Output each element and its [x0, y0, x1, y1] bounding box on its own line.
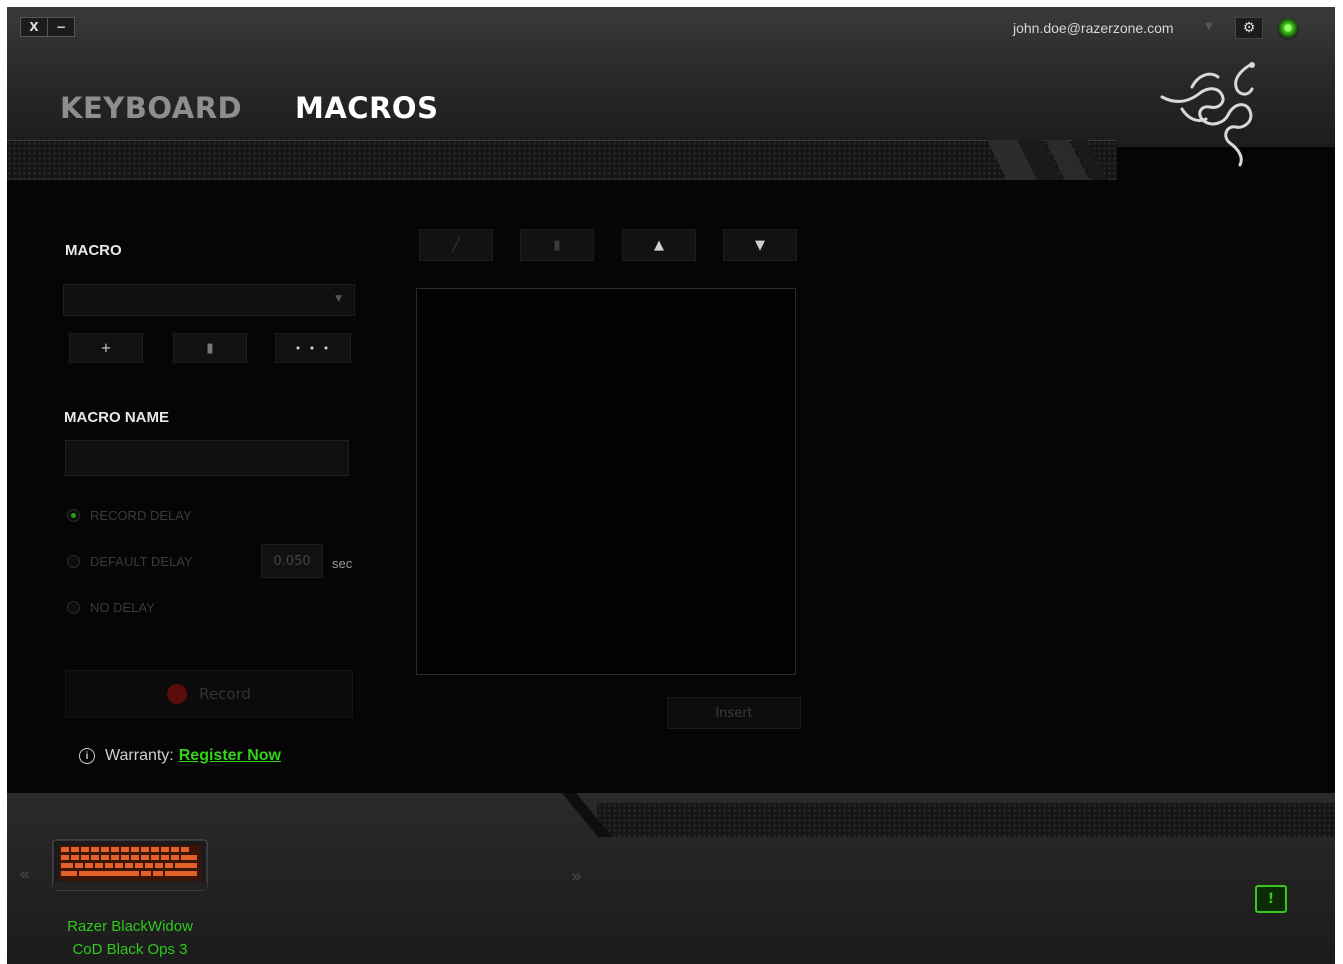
- more-options-button[interactable]: • • •: [275, 333, 351, 363]
- radio-icon[interactable]: [67, 601, 80, 614]
- device-name-line-1: Razer BlackWidow: [67, 918, 193, 935]
- macro-event-list[interactable]: [416, 288, 796, 675]
- gear-icon[interactable]: ⚙: [1235, 17, 1263, 39]
- window-controls: X −: [20, 17, 75, 37]
- record-delay-label: RECORD DELAY: [90, 508, 192, 523]
- minimize-button[interactable]: −: [47, 17, 75, 37]
- move-down-button[interactable]: ▼: [723, 229, 797, 261]
- header: X − KEYBOARD MACROS john.doe@razerzone.c…: [7, 7, 1335, 167]
- header-decor-strip: [7, 140, 1117, 180]
- edit-button[interactable]: ╱: [419, 229, 493, 261]
- tab-macros[interactable]: MACROS: [295, 91, 438, 125]
- chevron-down-icon: ▼: [335, 294, 342, 304]
- arrow-down-icon: ▼: [755, 237, 765, 253]
- trash-icon: ▮: [206, 340, 214, 356]
- trash-icon: ▮: [553, 237, 561, 253]
- info-icon: i: [79, 748, 95, 764]
- no-delay-label: NO DELAY: [90, 600, 155, 615]
- plus-icon: +: [100, 340, 112, 356]
- warranty-row: i Warranty: Register Now: [79, 747, 281, 765]
- radio-icon[interactable]: [67, 555, 80, 568]
- razer-logo-icon: [1160, 62, 1255, 167]
- macro-name-input[interactable]: [65, 440, 349, 476]
- move-up-button[interactable]: ▲: [622, 229, 696, 261]
- delete-macro-button[interactable]: ▮: [173, 333, 247, 363]
- footer-slant-decor: [562, 793, 612, 837]
- delete-event-button[interactable]: ▮: [520, 229, 594, 261]
- default-delay-label: DEFAULT DELAY: [90, 554, 193, 569]
- status-indicator-icon: [1277, 18, 1299, 40]
- more-icon: • • •: [294, 341, 332, 355]
- record-delay-option[interactable]: RECORD DELAY: [67, 508, 192, 523]
- radio-selected-icon[interactable]: [67, 509, 80, 522]
- account-dropdown-icon[interactable]: ▼: [1205, 21, 1213, 32]
- account-email[interactable]: john.doe@razerzone.com: [1013, 20, 1174, 36]
- tab-keyboard[interactable]: KEYBOARD: [60, 91, 242, 125]
- device-name[interactable]: Razer BlackWidow CoD Black Ops 3: [47, 915, 213, 961]
- close-button[interactable]: X: [20, 17, 48, 37]
- macro-dropdown[interactable]: ▼: [63, 284, 355, 316]
- pencil-icon: ╱: [452, 237, 460, 253]
- arrow-up-icon: ▲: [654, 237, 664, 253]
- record-icon: [167, 684, 188, 704]
- synapse-window: X − KEYBOARD MACROS john.doe@razerzone.c…: [7, 7, 1335, 964]
- no-delay-option[interactable]: NO DELAY: [67, 600, 155, 615]
- footer-decor-strip: [597, 803, 1335, 837]
- keyboard-device-image[interactable]: [51, 836, 209, 894]
- record-button[interactable]: Record: [65, 670, 353, 718]
- device-name-line-2: CoD Black Ops 3: [72, 941, 188, 958]
- warranty-label: Warranty:: [105, 747, 174, 764]
- macro-section-label: MACRO: [65, 242, 122, 259]
- record-label: Record: [199, 685, 251, 703]
- add-macro-button[interactable]: +: [69, 333, 143, 363]
- macro-name-label: MACRO NAME: [64, 409, 169, 426]
- header-stripe-decor: [987, 140, 1107, 180]
- default-delay-option[interactable]: DEFAULT DELAY: [67, 554, 193, 569]
- delay-unit: sec: [332, 556, 353, 571]
- register-now-link[interactable]: Register Now: [179, 747, 281, 765]
- insert-button[interactable]: Insert: [667, 697, 801, 729]
- default-delay-input[interactable]: 0.050: [261, 544, 323, 578]
- previous-device-icon[interactable]: «: [19, 864, 30, 885]
- next-device-icon[interactable]: »: [571, 866, 582, 887]
- notification-alert-icon[interactable]: !: [1255, 885, 1287, 913]
